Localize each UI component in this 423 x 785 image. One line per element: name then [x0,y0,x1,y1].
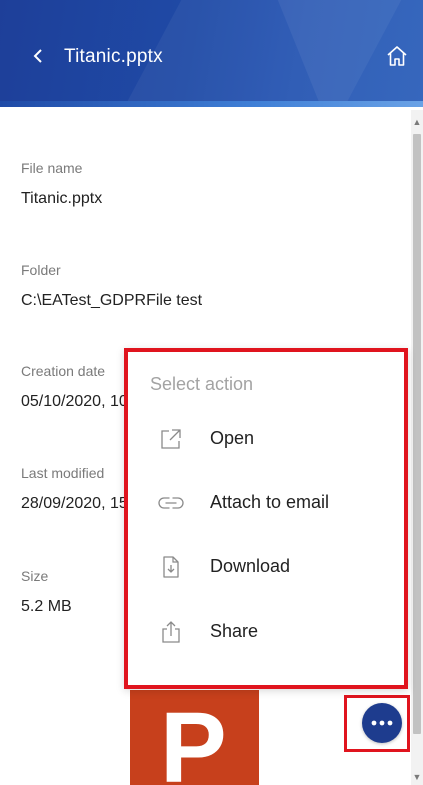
menu-item-download[interactable]: Download [128,542,404,592]
scroll-down-arrow-icon[interactable]: ▼ [411,771,423,783]
menu-item-label: Open [210,428,255,448]
menu-item-attach-to-email[interactable]: Attach to email [128,478,404,528]
menu-title: Select action [150,374,254,394]
header-accent-strip [0,101,423,107]
file-name-value: Titanic.pptx [21,190,103,207]
folder-label: Folder [21,262,61,278]
folder-field: Folder C:\EATest_GDPRFile test [21,262,401,310]
powerpoint-file-icon: P [130,690,259,785]
file-name-label: File name [21,160,83,176]
menu-item-share[interactable]: Share [128,607,404,657]
scroll-up-arrow-icon[interactable]: ▲ [411,116,423,128]
scrollbar[interactable]: ▲ ▼ [411,110,423,785]
menu-item-label: Attach to email [210,492,330,512]
back-button[interactable] [26,44,50,68]
select-action-menu: Select action Open Attach to email Downl… [124,348,408,689]
scrollbar-thumb[interactable] [413,134,421,734]
file-type-letter: P [160,692,227,785]
ellipsis-icon [371,720,393,726]
folder-value: C:\EATest_GDPRFile test [21,292,203,309]
home-button[interactable] [384,43,410,69]
open-external-icon [158,426,184,452]
home-icon [387,46,407,66]
chevron-left-icon [33,49,42,63]
file-name-field: File name Titanic.pptx [21,160,401,208]
more-actions-button[interactable] [362,703,402,743]
share-icon [158,619,184,645]
menu-item-label: Share [210,621,259,641]
download-file-icon [158,554,184,580]
menu-item-label: Download [210,556,291,576]
app-header: Titanic.pptx [0,0,423,107]
page-title: Titanic.pptx [64,46,163,67]
menu-item-open[interactable]: Open [128,414,404,464]
link-icon [158,490,184,516]
